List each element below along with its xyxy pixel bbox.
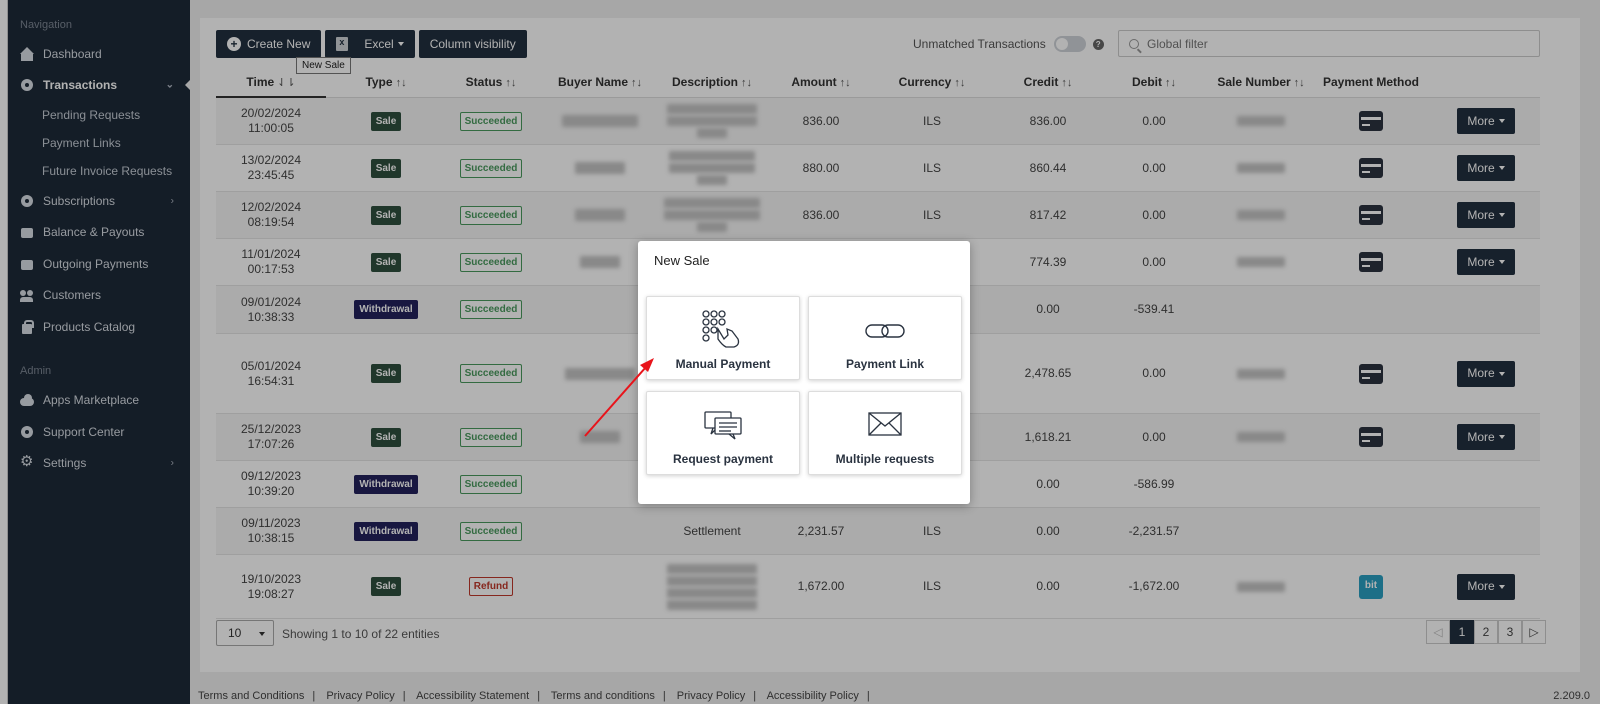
chat-bubbles-icon [704, 411, 742, 440]
link-icon [865, 324, 905, 338]
tile-label: Payment Link [845, 357, 925, 371]
tile-label: Manual Payment [675, 357, 771, 371]
modal-title: New Sale [654, 253, 710, 268]
request-payment-tile[interactable]: Request payment [646, 391, 800, 475]
keypad-hand-icon [702, 310, 740, 348]
tile-label: Multiple requests [835, 452, 935, 466]
new-sale-modal: New Sale Manual Payment Payment Link Req… [638, 241, 970, 504]
tile-label: Request payment [672, 452, 774, 466]
payment-link-tile[interactable]: Payment Link [808, 296, 962, 380]
envelope-icon [868, 412, 902, 436]
multiple-requests-tile[interactable]: Multiple requests [808, 391, 962, 475]
manual-payment-tile[interactable]: Manual Payment [646, 296, 800, 380]
